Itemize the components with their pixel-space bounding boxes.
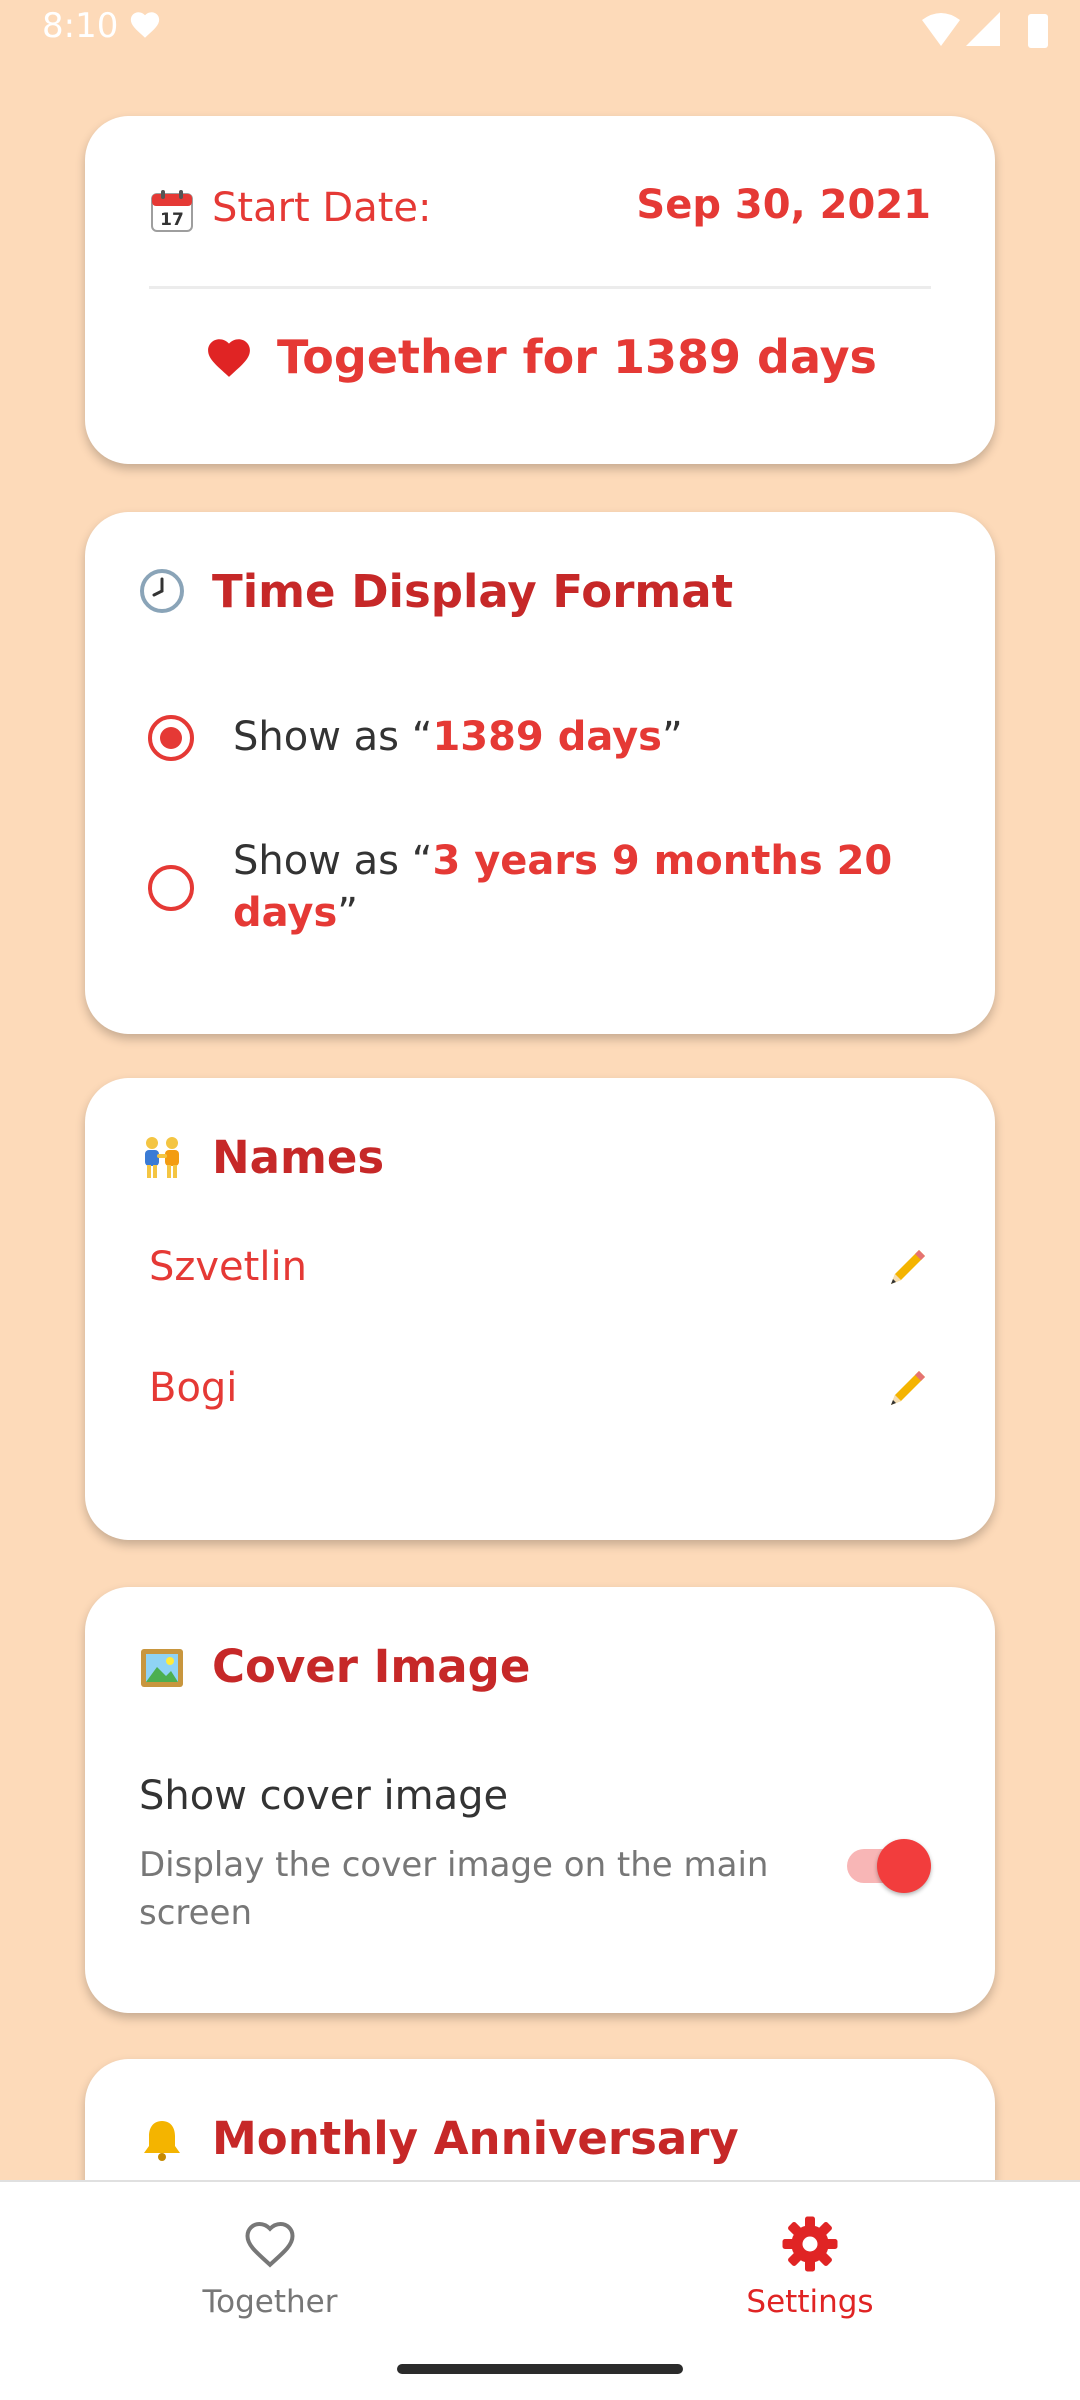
- nav-settings[interactable]: Settings: [540, 2182, 1080, 2342]
- signal-icon: [966, 12, 1000, 46]
- nav-together[interactable]: Together: [0, 2182, 540, 2342]
- pencil-icon[interactable]: [883, 1365, 931, 1413]
- calendar-icon: 17: [151, 190, 193, 232]
- together-counter: Together for 1389 days: [85, 330, 995, 384]
- time-format-card: Time Display Format Show as “1389 days” …: [85, 512, 995, 1034]
- name-row-1[interactable]: Szvetlin: [149, 1228, 931, 1308]
- radio-days-label[interactable]: Show as “1389 days”: [233, 711, 913, 763]
- heart-icon: [130, 12, 160, 38]
- home-indicator: [397, 2364, 683, 2374]
- start-date-card: 17 Start Date: Sep 30, 2021 Together for…: [85, 116, 995, 464]
- together-text: Together for 1389 days: [277, 330, 877, 384]
- status-bar: 8:10: [0, 0, 1080, 64]
- cover-image-title: Cover Image: [212, 1640, 531, 1693]
- wifi-icon: [922, 13, 960, 46]
- names-card: Names Szvetlin Bogi: [85, 1078, 995, 1540]
- picture-icon: [141, 1649, 183, 1687]
- name-2: Bogi: [149, 1365, 238, 1411]
- svg-text:17: 17: [160, 210, 184, 230]
- couple-icon: [145, 1137, 179, 1178]
- cover-toggle-subtitle: Display the cover image on the main scre…: [139, 1845, 769, 1933]
- cover-toggle-title: Show cover image: [139, 1773, 509, 1819]
- status-time: 8:10: [42, 6, 119, 46]
- nav-settings-label: Settings: [746, 2284, 874, 2320]
- radio-years-months-days-label[interactable]: Show as “3 years 9 months 20 days”: [233, 835, 913, 939]
- name-row-2[interactable]: Bogi: [149, 1349, 931, 1429]
- time-format-title: Time Display Format: [212, 565, 734, 618]
- bell-icon: [144, 2121, 180, 2161]
- start-date-label: Start Date:: [212, 185, 432, 231]
- nav-together-label: Together: [202, 2284, 338, 2320]
- gear-icon: [782, 2216, 838, 2272]
- status-icons: [922, 12, 1048, 48]
- start-date-value[interactable]: Sep 30, 2021: [636, 182, 931, 228]
- battery-icon: [1028, 14, 1048, 48]
- red-heart-icon: [208, 339, 250, 377]
- switch-thumb: [877, 1839, 931, 1893]
- cover-image-switch[interactable]: [847, 1835, 933, 1893]
- heart-outline-icon: [245, 2221, 295, 2268]
- monthly-anniversary-title: Monthly Anniversary: [212, 2112, 739, 2165]
- radio-days[interactable]: [148, 715, 194, 761]
- cover-image-card: Cover Image Show cover image Display the…: [85, 1587, 995, 2013]
- radio-years-months-days[interactable]: [148, 865, 194, 911]
- clock-icon: [140, 569, 184, 613]
- name-1: Szvetlin: [149, 1244, 307, 1290]
- pencil-icon[interactable]: [883, 1244, 931, 1292]
- divider: [149, 286, 931, 289]
- names-title: Names: [212, 1131, 385, 1184]
